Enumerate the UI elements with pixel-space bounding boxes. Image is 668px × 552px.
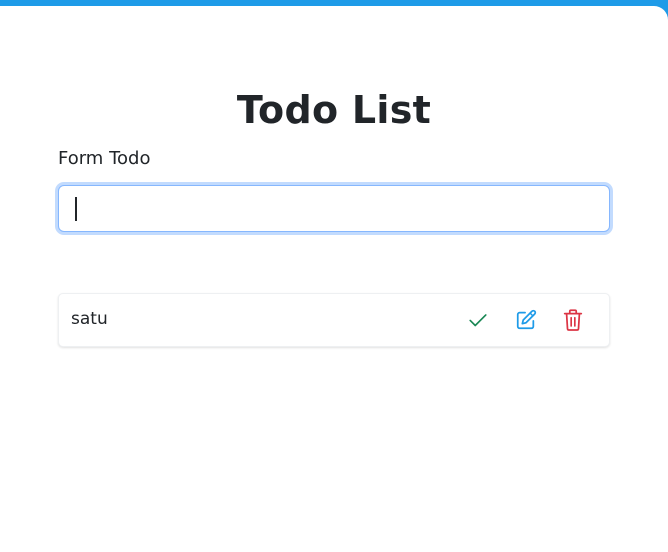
todo-text: satu [71,309,108,329]
form-todo-label: Form Todo [58,148,151,169]
todo-item: satu [58,293,610,347]
edit-todo-button[interactable] [513,307,539,333]
page-title: Todo List [236,88,432,132]
app-window: Todo List Form Todo satu [0,6,668,552]
todo-input-container [58,185,610,232]
trash-icon [563,309,583,331]
check-icon [469,314,487,327]
text-caret [75,197,77,221]
edit-pencil-icon [516,309,537,330]
delete-todo-button[interactable] [560,307,586,333]
complete-todo-button[interactable] [465,307,491,333]
todo-input[interactable] [59,186,609,231]
